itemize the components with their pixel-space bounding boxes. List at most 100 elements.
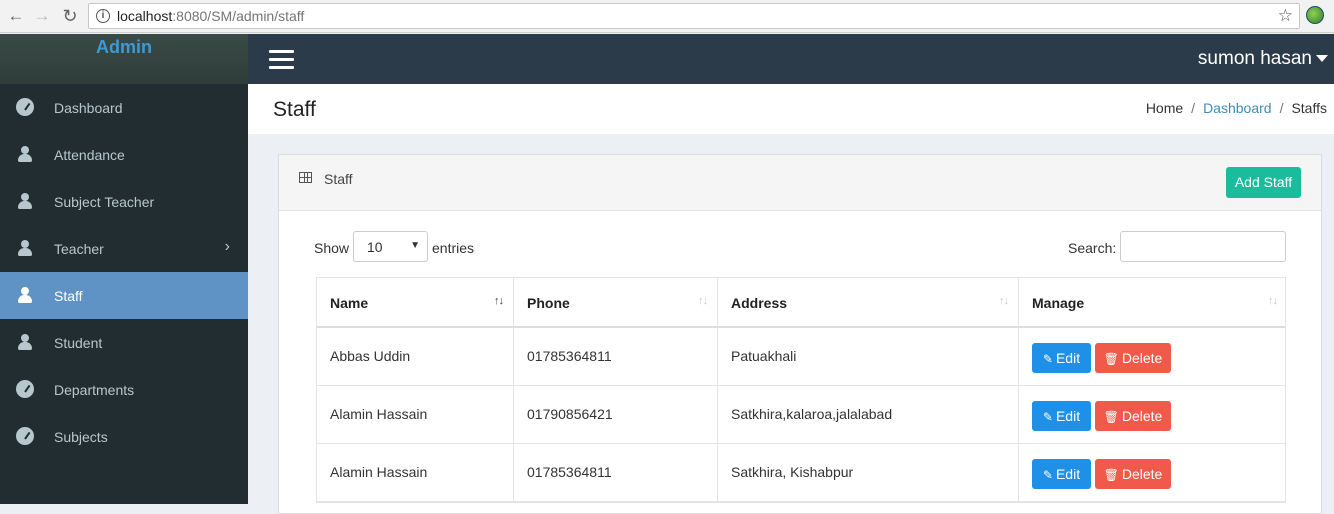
- sidebar-item-label: Attendance: [54, 147, 125, 163]
- breadcrumb: Home / Dashboard / Staffs: [1146, 100, 1327, 116]
- user-icon: [16, 333, 34, 351]
- delete-label: Delete: [1121, 350, 1163, 366]
- column-header-address[interactable]: Address ↑↓: [718, 278, 1019, 326]
- content-header: Staff Home / Dashboard / Staffs: [248, 84, 1334, 134]
- cell-address: Satkhira,kalaroa,jalalabad: [718, 386, 1019, 443]
- edit-icon: ✎: [1042, 410, 1053, 424]
- table-row: Alamin Hassain 01790856421 Satkhira,kala…: [317, 386, 1285, 444]
- cell-manage: ✎ Edit 🗑 Delete: [1019, 386, 1287, 443]
- cell-text: Alamin Hassain: [330, 406, 428, 422]
- sidebar-item-label: Staff: [54, 288, 83, 304]
- edit-label: Edit: [1055, 466, 1081, 482]
- sidebar-item-student[interactable]: Student: [0, 319, 248, 366]
- box-title: Staff: [324, 171, 353, 187]
- entries-select[interactable]: 10 ▼: [353, 231, 428, 262]
- dropdown-arrow-icon: ▼: [410, 240, 420, 251]
- dashboard-icon: [16, 380, 34, 398]
- breadcrumb-separator: /: [1191, 100, 1196, 116]
- cell-address: Patuakhali: [718, 328, 1019, 385]
- user-icon: [16, 192, 34, 210]
- delete-button[interactable]: 🗑 Delete: [1095, 343, 1171, 373]
- cell-phone: 01790856421: [514, 386, 718, 443]
- cell-phone: 01785364811: [514, 444, 718, 501]
- forward-arrow-icon[interactable]: →: [32, 6, 52, 26]
- browser-toolbar: ← → ↻ i localhost:8080/SM/admin/staff ☆: [0, 0, 1334, 33]
- delete-button[interactable]: 🗑 Delete: [1095, 401, 1171, 431]
- user-menu[interactable]: sumon hasan: [1198, 48, 1328, 70]
- user-icon: [16, 145, 34, 163]
- staff-box: Staff Add Staff Show 10 ▼ entries Search…: [278, 154, 1322, 514]
- sidebar-item-label: Student: [54, 335, 103, 351]
- edit-label: Edit: [1055, 350, 1081, 366]
- sidebar-item-dashboard[interactable]: Dashboard: [0, 84, 248, 131]
- bookmark-star-icon[interactable]: ☆: [1278, 6, 1293, 26]
- sort-icon: ↑↓: [494, 295, 504, 307]
- top-navbar: sumon hasan: [248, 34, 1334, 84]
- reload-icon[interactable]: ↻: [60, 6, 80, 26]
- sidebar-item-label: Teacher: [54, 241, 104, 257]
- cell-text: 01785364811: [527, 348, 612, 364]
- logo[interactable]: Admin: [0, 34, 248, 84]
- cell-text: Abbas Uddin: [330, 348, 411, 364]
- sort-icon: ↑↓: [999, 295, 1009, 307]
- column-header-label: Phone: [527, 295, 570, 311]
- column-header-phone[interactable]: Phone ↑↓: [514, 278, 718, 326]
- breadcrumb-home[interactable]: Home: [1146, 100, 1183, 116]
- cell-text: Patuakhali: [731, 348, 797, 364]
- cell-phone: 01785364811: [514, 328, 718, 385]
- sidebar-item-attendance[interactable]: Attendance: [0, 131, 248, 178]
- breadcrumb-separator: /: [1279, 100, 1284, 116]
- sidebar-item-subject-teacher[interactable]: Subject Teacher: [0, 178, 248, 225]
- edit-button[interactable]: ✎ Edit: [1032, 401, 1091, 431]
- search-label: Search:: [1068, 240, 1117, 256]
- edit-icon: ✎: [1042, 468, 1053, 482]
- table-icon: [299, 172, 312, 183]
- sidebar-item-label: Dashboard: [54, 100, 123, 116]
- edit-icon: ✎: [1042, 352, 1053, 366]
- caret-down-icon: [1316, 55, 1328, 63]
- logo-text: Admin: [96, 37, 152, 57]
- cell-text: Alamin Hassain: [330, 464, 428, 480]
- sidebar: Admin Dashboard Attendance Subject Teach…: [0, 34, 248, 504]
- sort-icon: ↑↓: [1268, 295, 1278, 307]
- cell-text: Satkhira, Kishabpur: [731, 464, 854, 480]
- cell-manage: ✎ Edit 🗑 Delete: [1019, 444, 1287, 501]
- show-label: Show: [314, 240, 350, 256]
- staff-table: Name ↑↓ Phone ↑↓ Address ↑↓ Manage ↑↓ Ab…: [316, 277, 1286, 503]
- breadcrumb-dashboard[interactable]: Dashboard: [1203, 100, 1272, 116]
- sidebar-item-teacher[interactable]: Teacher ›: [0, 225, 248, 272]
- extension-icon[interactable]: [1306, 6, 1324, 24]
- cell-address: Satkhira, Kishabpur: [718, 444, 1019, 501]
- column-header-label: Manage: [1032, 295, 1085, 311]
- info-icon[interactable]: i: [96, 9, 110, 23]
- edit-button[interactable]: ✎ Edit: [1032, 459, 1091, 489]
- column-header-name[interactable]: Name ↑↓: [317, 278, 514, 326]
- table-header-row: Name ↑↓ Phone ↑↓ Address ↑↓ Manage ↑↓: [317, 278, 1285, 328]
- dashboard-icon: [16, 427, 34, 445]
- url-text[interactable]: localhost:8080/SM/admin/staff: [117, 8, 304, 24]
- trash-icon: 🗑: [1103, 352, 1119, 366]
- hamburger-menu-icon[interactable]: [269, 50, 294, 70]
- chevron-right-icon: ›: [224, 238, 230, 255]
- sidebar-item-departments[interactable]: Departments: [0, 366, 248, 413]
- add-staff-button[interactable]: Add Staff: [1226, 167, 1301, 198]
- cell-name: Abbas Uddin: [317, 328, 514, 385]
- search-input[interactable]: [1120, 231, 1286, 262]
- entries-value: 10: [367, 239, 383, 255]
- sidebar-item-staff[interactable]: Staff: [0, 272, 248, 319]
- address-bar[interactable]: i localhost:8080/SM/admin/staff ☆: [88, 3, 1300, 29]
- back-arrow-icon[interactable]: ←: [6, 6, 26, 26]
- url-host: localhost: [117, 8, 173, 24]
- column-header-manage[interactable]: Manage ↑↓: [1019, 278, 1287, 326]
- delete-button[interactable]: 🗑 Delete: [1095, 459, 1171, 489]
- cell-text: 01790856421: [527, 406, 613, 422]
- user-icon: [16, 286, 34, 304]
- trash-icon: 🗑: [1103, 410, 1119, 424]
- sidebar-item-subjects[interactable]: Subjects: [0, 413, 248, 460]
- edit-label: Edit: [1055, 408, 1081, 424]
- sort-icon: ↑↓: [698, 295, 708, 307]
- sidebar-menu: Dashboard Attendance Subject Teacher Tea…: [0, 84, 248, 460]
- trash-icon: 🗑: [1103, 468, 1119, 482]
- entries-label: entries: [432, 240, 475, 256]
- edit-button[interactable]: ✎ Edit: [1032, 343, 1091, 373]
